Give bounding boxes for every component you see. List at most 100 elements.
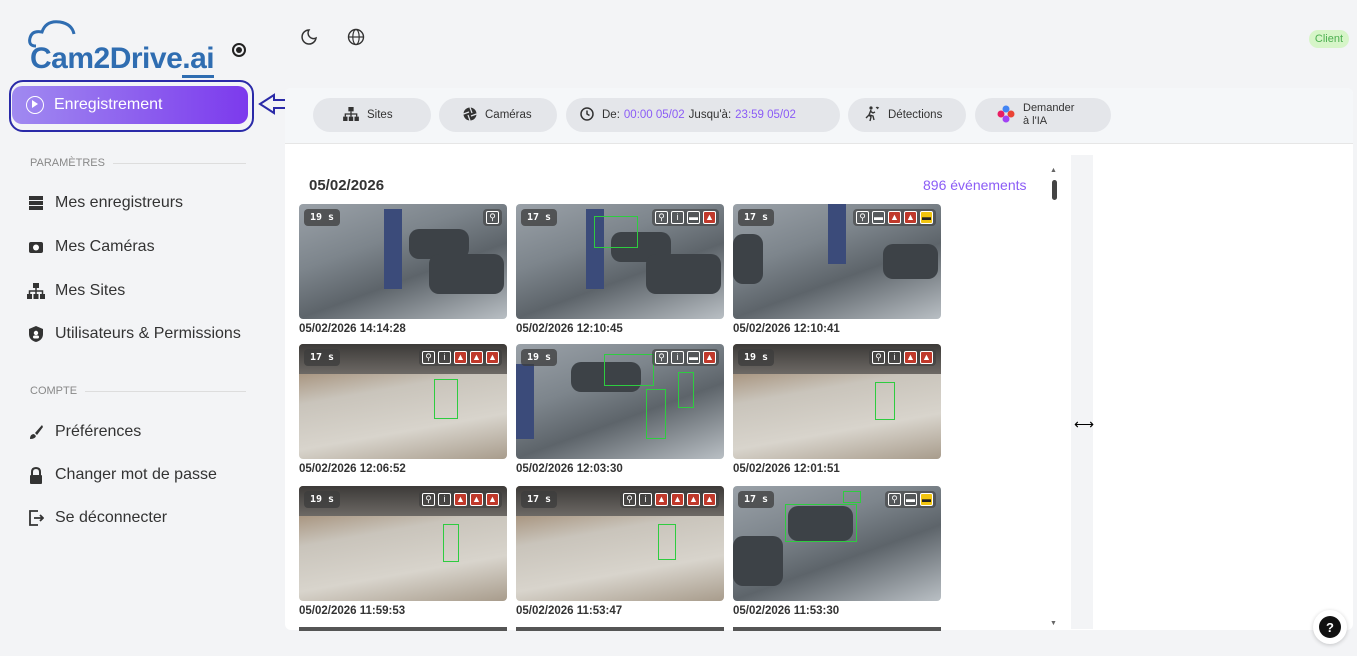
globe-icon[interactable] — [347, 28, 365, 51]
sidebar-item-preferences[interactable]: Préférences — [27, 423, 141, 441]
event-card[interactable]: 19 s ⚲ i ▲ ▲ ▲ 05/02/2026 11:59:53 — [299, 486, 507, 617]
event-thumbnail[interactable]: 19 s ⚲ i ▬ ▲ — [516, 344, 724, 459]
detection-badges: ⚲ i ▲ ▲ ▲ ▲ — [620, 491, 719, 508]
event-timestamp: 05/02/2026 12:10:41 — [733, 323, 840, 335]
person-running-icon: ⚲ — [888, 493, 901, 506]
person-running-icon: ⚲ — [872, 351, 885, 364]
sidebar-item-label: Enregistrement — [54, 96, 163, 113]
camera-icon — [27, 238, 45, 256]
sidebar-item-sites[interactable]: Mes Sites — [27, 282, 125, 300]
person-running-icon: ⚲ — [422, 351, 435, 364]
person-running-icon: ⚲ — [623, 493, 636, 506]
event-thumbnail[interactable]: 17 s ⚲ i ▲ ▲ ▲ — [299, 344, 507, 459]
theme-toggle-icon[interactable] — [300, 28, 318, 51]
duration-badge: 17 s — [521, 209, 558, 226]
sidebar-item-logout[interactable]: Se déconnecter — [27, 509, 167, 527]
brush-icon — [27, 423, 45, 441]
resize-handle-icon[interactable]: ⟷ — [1074, 416, 1094, 433]
alert-icon: ▲ — [655, 493, 668, 506]
detection-badges: ⚲ — [483, 209, 502, 226]
event-thumbnail[interactable]: 17 s ⚲ ▬ ▲ ▲ ▬ — [733, 204, 941, 319]
event-timestamp: 05/02/2026 12:03:30 — [516, 463, 623, 475]
server-icon — [27, 194, 45, 212]
event-thumbnail[interactable]: 19 s ⚲ — [299, 204, 507, 319]
person-icon: i — [438, 493, 451, 506]
event-timestamp: 05/02/2026 14:14:28 — [299, 323, 406, 335]
event-timestamp: 05/02/2026 11:53:47 — [516, 605, 623, 617]
scroll-down-icon[interactable]: ▼ — [1050, 620, 1057, 627]
record-indicator-icon — [232, 43, 246, 57]
event-card[interactable]: 17 s ⚲ ▬ ▬ 05/02/2026 11:53:30 — [733, 486, 941, 617]
sidebar-item-enregistreurs[interactable]: Mes enregistreurs — [27, 194, 183, 212]
help-button[interactable]: ? — [1313, 610, 1347, 644]
panel-divider[interactable] — [1071, 155, 1093, 629]
detection-badges: ⚲ i ▬ ▲ — [652, 209, 719, 226]
duration-badge: 19 s — [304, 491, 341, 508]
duration-badge: 19 s — [304, 209, 341, 226]
event-thumbnail[interactable]: 19 s ⚲ i ▲ ▲ — [733, 344, 941, 459]
duration-badge: 19 s — [521, 349, 558, 366]
sidebar-item-cameras[interactable]: Mes Caméras — [27, 238, 155, 256]
events-count: 896 événements — [923, 177, 1027, 193]
detection-badges: ⚲ ▬ ▲ ▲ ▬ — [853, 209, 936, 226]
alert-icon: ▲ — [671, 493, 684, 506]
date-range-button[interactable]: De: 00:00 05/02 Jusqu'à: 23:59 05/02 — [566, 98, 840, 132]
person-icon: i — [438, 351, 451, 364]
detection-badges: ⚲ i ▬ ▲ — [652, 349, 719, 366]
sidebar-item-change-password[interactable]: Changer mot de passe — [27, 466, 217, 484]
logout-icon — [27, 509, 45, 527]
event-card[interactable]: 19 s ⚲ i ▬ ▲ 05/02/2026 12:03:30 — [516, 344, 724, 475]
logo-text: Cam2Drive.ai — [30, 42, 215, 78]
duration-badge: 19 s — [738, 349, 775, 366]
person-icon: i — [639, 493, 652, 506]
event-card[interactable]: 17 s ⚲ ▬ ▲ ▲ ▬ 05/02/2026 12:10:41 — [733, 204, 941, 335]
alert-icon: ▲ — [486, 493, 499, 506]
event-card-partial[interactable] — [299, 627, 507, 631]
filter-toolbar: Sites Caméras De: 00:00 05/02 Jusqu'à: 2… — [285, 88, 1353, 144]
event-thumbnail[interactable]: 17 s ⚲ i ▬ ▲ — [516, 204, 724, 319]
car-icon: ▬ — [687, 351, 700, 364]
person-running-icon: ⚲ — [856, 211, 869, 224]
event-card[interactable]: 17 s ⚲ i ▬ ▲ 05/02/2026 12:10:45 — [516, 204, 724, 335]
event-card-partial[interactable] — [516, 627, 724, 631]
role-badge: Client — [1308, 30, 1349, 48]
event-card[interactable]: 19 s ⚲ i ▲ ▲ 05/02/2026 12:01:51 — [733, 344, 941, 475]
event-card-partial[interactable] — [733, 627, 941, 631]
event-card[interactable]: 17 s ⚲ i ▲ ▲ ▲ 05/02/2026 12:06:52 — [299, 344, 507, 475]
sidebar-item-users[interactable]: Utilisateurs & Permissions — [27, 325, 241, 343]
alert-icon: ▲ — [904, 351, 917, 364]
clock-icon — [580, 106, 594, 124]
person-icon: i — [671, 351, 684, 364]
scroll-up-icon[interactable]: ▲ — [1050, 167, 1057, 174]
person-running-icon: ⚲ — [655, 211, 668, 224]
car-icon: ▬ — [920, 493, 933, 506]
duration-badge: 17 s — [738, 209, 775, 226]
detection-badges: ⚲ i ▲ ▲ — [869, 349, 936, 366]
event-thumbnail[interactable]: 17 s ⚲ i ▲ ▲ ▲ ▲ — [516, 486, 724, 601]
alert-icon: ▲ — [703, 211, 716, 224]
detections-filter-button[interactable]: Détections — [848, 98, 966, 132]
cameras-filter-button[interactable]: Caméras — [439, 98, 557, 132]
events-date: 05/02/2026 — [309, 177, 385, 194]
event-card[interactable]: 19 s ⚲ 05/02/2026 14:14:28 — [299, 204, 507, 335]
ai-sparkle-icon — [997, 105, 1015, 126]
detection-badges: ⚲ i ▲ ▲ ▲ — [419, 349, 502, 366]
event-thumbnail[interactable]: 17 s ⚲ ▬ ▬ — [733, 486, 941, 601]
sites-filter-button[interactable]: Sites — [313, 98, 431, 132]
person-running-icon: ⚲ — [486, 211, 499, 224]
alert-icon: ▲ — [888, 211, 901, 224]
logo[interactable]: Cam2Drive.ai — [20, 18, 250, 80]
event-thumbnail[interactable]: 19 s ⚲ i ▲ ▲ ▲ — [299, 486, 507, 601]
event-card[interactable]: 17 s ⚲ i ▲ ▲ ▲ ▲ 05/02/2026 11:53:47 — [516, 486, 724, 617]
duration-badge: 17 s — [304, 349, 341, 366]
alert-icon: ▲ — [703, 493, 716, 506]
scrollbar-thumb[interactable] — [1052, 180, 1057, 200]
alert-icon: ▲ — [470, 493, 483, 506]
sidebar-item-enregistrement[interactable]: Enregistrement — [12, 86, 248, 124]
car-icon: ▬ — [872, 211, 885, 224]
event-timestamp: 05/02/2026 12:06:52 — [299, 463, 406, 475]
detection-badges: ⚲ i ▲ ▲ ▲ — [419, 491, 502, 508]
ask-ai-button[interactable]: Demander à l'IA — [975, 98, 1111, 132]
duration-badge: 17 s — [521, 491, 558, 508]
person-running-icon: ⚲ — [422, 493, 435, 506]
